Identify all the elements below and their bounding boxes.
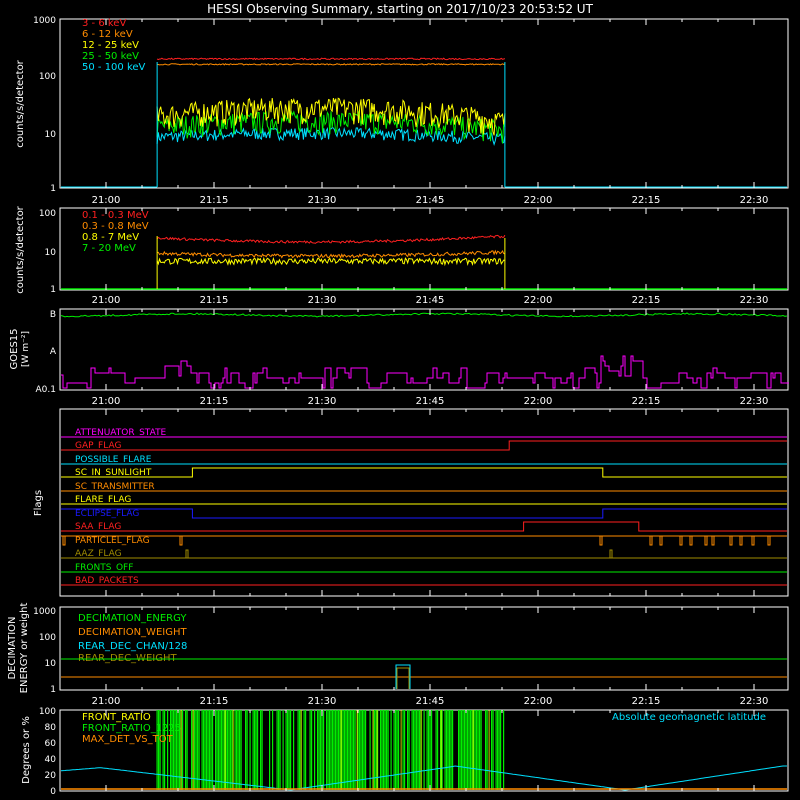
- time-tick-label: 21:45: [416, 195, 445, 206]
- time-tick-label: 21:45: [416, 295, 445, 306]
- ratio-ylabel: Degrees or %: [21, 716, 32, 784]
- time-tick-label: 21:15: [200, 295, 229, 306]
- high-energy-ylabel: counts/s/detector: [15, 205, 26, 293]
- time-tick-label: 21:45: [416, 396, 445, 407]
- time-tick-label: 22:15: [632, 396, 661, 407]
- time-tick-label: 21:30: [308, 396, 337, 407]
- flag-label: SAA_FLAG: [75, 522, 121, 532]
- high-energy-ytick: 10: [45, 248, 57, 258]
- ratio-annotation: Absolute geomagnetic latitude: [612, 712, 766, 723]
- flag-label: ATTENUATOR_STATE: [75, 428, 167, 438]
- time-tick-label: 22:00: [524, 396, 553, 407]
- decimation-ytick: 10: [45, 659, 57, 669]
- high-energy-legend-item: 0.3 - 0.8 MeV: [82, 221, 149, 232]
- time-tick-label: 22:00: [524, 696, 553, 707]
- ratio-ytick: 0: [50, 787, 56, 797]
- flag-label: GAP_FLAG: [75, 441, 121, 451]
- flag-label: POSSIBLE_FLARE: [75, 455, 152, 465]
- low-energy-legend-item: 3 - 6 keV: [82, 18, 126, 29]
- time-tick-label: 21:00: [92, 295, 121, 306]
- time-tick-label: 21:30: [308, 195, 337, 206]
- time-tick-label: 21:15: [200, 696, 229, 707]
- time-tick-label: 22:30: [740, 396, 769, 407]
- time-tick-label: 21:00: [92, 696, 121, 707]
- time-tick-label: 22:15: [632, 696, 661, 707]
- low-energy-ylabel: counts/s/detector: [15, 59, 26, 147]
- time-tick-label: 21:15: [200, 396, 229, 407]
- flag-label: FLARE_FLAG: [75, 495, 131, 505]
- ratio-legend-item: FRONT_RATIO: [82, 712, 151, 723]
- time-tick-label: 22:00: [524, 195, 553, 206]
- low-energy-legend-item: 12 - 25 keV: [82, 40, 139, 51]
- low-energy-ytick: 1: [50, 184, 56, 194]
- decimation-ytick: 1000: [33, 607, 56, 617]
- hessi-summary-chart: HESSI Observing Summary, starting on 201…: [0, 0, 800, 800]
- low-energy-legend-item: 50 - 100 keV: [82, 62, 146, 73]
- ratio-legend-item: MAX_DET_VS_TOT: [82, 734, 174, 745]
- goes-ytick: A: [50, 347, 57, 357]
- goes-ylabel: GOES15: [9, 328, 20, 369]
- flag-label: PARTICLEL_FLAG: [75, 536, 150, 546]
- flag-label: SC_TRANSMITTER: [75, 482, 155, 492]
- time-tick-label: 21:30: [308, 295, 337, 306]
- goes-ytick: B: [50, 310, 56, 320]
- ratio-legend-item: FRONT_RATIO_1225: [82, 723, 181, 734]
- ratio-ytick: 20: [45, 771, 57, 781]
- high-energy-legend-item: 0.8 - 7 MeV: [82, 232, 139, 243]
- time-tick-label: 21:30: [308, 696, 337, 707]
- low-energy-legend-item: 25 - 50 keV: [82, 51, 139, 62]
- flag-label: FRONTS_OFF: [75, 563, 133, 573]
- time-tick-label: 22:30: [740, 295, 769, 306]
- low-energy-ytick: 10: [45, 130, 57, 140]
- goes-ylabel-unit: [W m⁻²]: [21, 331, 31, 367]
- decimation-legend-item: DECIMATION_ENERGY: [78, 613, 187, 624]
- flag-label: SC_IN_SUNLIGHT: [75, 468, 152, 478]
- time-tick-label: 22:30: [740, 195, 769, 206]
- high-energy-legend-item: 7 - 20 MeV: [82, 243, 136, 254]
- low-energy-ytick: 1000: [33, 16, 56, 26]
- flag-label: ECLIPSE_FLAG: [75, 509, 139, 519]
- time-tick-label: 22:15: [632, 195, 661, 206]
- time-tick-label: 22:00: [524, 295, 553, 306]
- decimation-ytick: 100: [39, 633, 56, 643]
- flag-label: AAZ_FLAG: [75, 549, 122, 559]
- high-energy-legend-item: 0.1 - 0.3 MeV: [82, 210, 149, 221]
- ratio-ytick: 60: [45, 739, 57, 749]
- goes-ytick: A0.1: [36, 385, 56, 395]
- ratio-ytick: 80: [45, 723, 57, 733]
- time-tick-label: 22:30: [740, 696, 769, 707]
- chart-title: HESSI Observing Summary, starting on 201…: [207, 2, 593, 16]
- decimation-legend-item: DECIMATION_WEIGHT: [78, 627, 187, 638]
- flag-label: BAD_PACKETS: [75, 576, 139, 586]
- ratio-ytick: 40: [45, 755, 57, 765]
- high-energy-ytick: 100: [39, 209, 56, 219]
- time-tick-label: 22:15: [632, 295, 661, 306]
- flags-ylabel: Flags: [33, 490, 44, 516]
- low-energy-ytick: 100: [39, 72, 56, 82]
- time-tick-label: 21:00: [92, 195, 121, 206]
- ratio-ytick: 100: [39, 707, 56, 717]
- time-tick-label: 21:00: [92, 396, 121, 407]
- low-energy-legend-item: 6 - 12 keV: [82, 29, 133, 40]
- time-tick-label: 21:45: [416, 696, 445, 707]
- series-line-6-12keV: [157, 63, 506, 66]
- high-energy-ytick: 1: [50, 285, 56, 295]
- decimation-ytick: 1: [50, 685, 56, 695]
- decimation-ylabel: DECIMATION: [7, 616, 18, 679]
- decimation-ylabel-2: ENERGY or weight: [19, 603, 30, 694]
- decimation-legend-item: REAR_DEC_CHAN/128: [78, 641, 187, 652]
- time-tick-label: 21:15: [200, 195, 229, 206]
